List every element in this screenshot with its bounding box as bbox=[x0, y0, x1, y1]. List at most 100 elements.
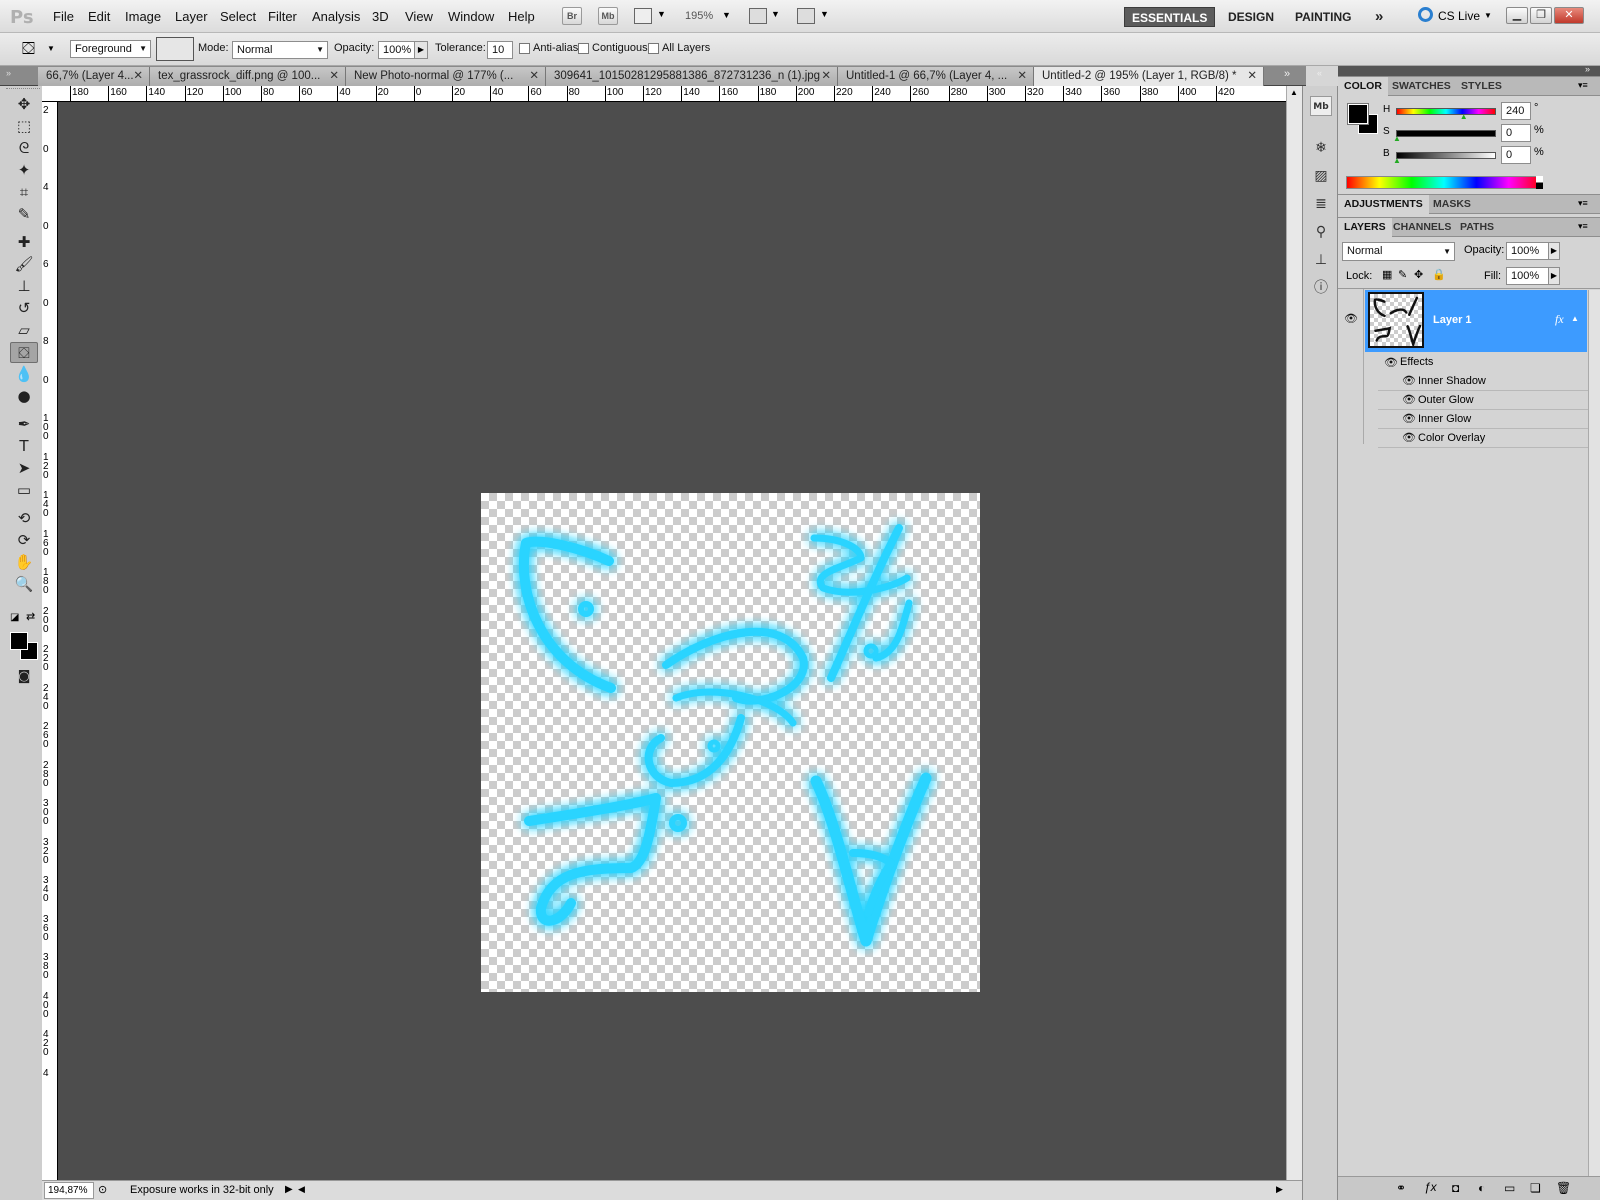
menu-3d[interactable]: 3D bbox=[372, 9, 389, 24]
view-extras-icon[interactable] bbox=[634, 8, 652, 24]
brush-presets-icon[interactable]: ≣ bbox=[1310, 194, 1332, 214]
lock-transparency-icon[interactable]: ▦ bbox=[1382, 268, 1392, 281]
effect-row[interactable]: 👁 Color Overlay bbox=[1378, 429, 1600, 448]
close-tab-icon[interactable]: ✕ bbox=[821, 67, 831, 85]
layer-row-selected[interactable]: Layer 1 fx ▲ bbox=[1365, 290, 1587, 352]
tab-masks[interactable]: MASKS bbox=[1427, 195, 1477, 214]
navigator-icon[interactable]: ❄ bbox=[1310, 138, 1332, 158]
workspace-painting[interactable]: PAINTING bbox=[1288, 7, 1358, 27]
tab-document-2[interactable]: tex_grassrock_diff.png @ 100... ✕ bbox=[150, 67, 346, 86]
close-tab-icon[interactable]: ✕ bbox=[133, 67, 143, 85]
zoom-tool-icon[interactable]: 🔍 bbox=[10, 574, 38, 595]
history-brush-tool-icon[interactable]: ↺ bbox=[10, 298, 38, 319]
minimize-button[interactable]: ▁ bbox=[1506, 7, 1528, 24]
default-colors-icon[interactable]: ◪ bbox=[10, 612, 19, 623]
layer-name[interactable]: Layer 1 bbox=[1433, 314, 1472, 326]
fill-source-select[interactable]: Foreground ▼ bbox=[70, 40, 151, 58]
menu-layer[interactable]: Layer bbox=[175, 9, 208, 24]
hue-slider-thumb[interactable]: ▲ bbox=[1460, 112, 1468, 121]
brightness-slider[interactable] bbox=[1396, 152, 1496, 159]
chevron-down-icon[interactable]: ▼ bbox=[1484, 11, 1492, 20]
swap-colors-icon[interactable]: ⇄ bbox=[26, 610, 35, 623]
chevron-down-icon[interactable]: ▼ bbox=[722, 10, 731, 20]
tab-layers[interactable]: LAYERS bbox=[1338, 218, 1392, 237]
panel-menu-icon[interactable]: ▾≡ bbox=[1578, 198, 1588, 209]
menu-edit[interactable]: Edit bbox=[88, 9, 110, 24]
foreground-color-swatch[interactable] bbox=[10, 632, 28, 650]
expand-dock-icon[interactable]: « bbox=[1317, 68, 1322, 78]
hand-tool-icon[interactable]: ✋ bbox=[10, 552, 38, 573]
menu-analysis[interactable]: Analysis bbox=[312, 9, 360, 24]
hue-slider[interactable] bbox=[1396, 108, 1496, 115]
tolerance-field[interactable]: 10 bbox=[487, 41, 513, 59]
layer-opacity-field[interactable]: 100% bbox=[1506, 242, 1550, 260]
vertical-ruler[interactable]: 2040608010012014016018020022024026028030… bbox=[42, 102, 58, 1180]
brush-tool-icon[interactable]: 🖌 bbox=[10, 254, 38, 275]
tab-swatches[interactable]: SWATCHES bbox=[1386, 77, 1457, 96]
tab-document-active[interactable]: Untitled-2 @ 195% (Layer 1, RGB/8) * ✕ bbox=[1034, 67, 1264, 86]
quick-mask-icon[interactable]: ◙ bbox=[10, 666, 38, 687]
tab-styles[interactable]: STYLES bbox=[1455, 77, 1508, 96]
paint-bucket-tool-icon[interactable]: ⛋ bbox=[10, 342, 38, 363]
lock-all-icon[interactable]: 🔒 bbox=[1432, 268, 1446, 281]
paint-bucket-icon[interactable]: ⛋ bbox=[22, 39, 35, 59]
restore-button[interactable]: ❐ bbox=[1530, 7, 1552, 24]
move-tool-icon[interactable]: ✥ bbox=[10, 94, 38, 115]
eyedropper-tool-icon[interactable]: ✎ bbox=[10, 204, 38, 225]
bridge-button[interactable]: Br bbox=[562, 7, 582, 25]
scroll-left-icon[interactable]: ◀ bbox=[298, 1184, 305, 1195]
lock-position-icon[interactable]: ✥ bbox=[1414, 268, 1423, 281]
menu-image[interactable]: Image bbox=[125, 9, 161, 24]
arrange-documents-icon[interactable] bbox=[749, 8, 767, 24]
close-tab-icon[interactable]: ✕ bbox=[329, 67, 339, 85]
mode-select[interactable]: Normal ▼ bbox=[232, 41, 328, 59]
cs-live-menu[interactable]: CS Live bbox=[1438, 9, 1480, 23]
type-tool-icon[interactable]: T bbox=[10, 436, 38, 457]
new-layer-icon[interactable]: ❏ bbox=[1530, 1181, 1541, 1195]
close-tab-icon[interactable]: ✕ bbox=[529, 67, 539, 85]
blend-mode-select[interactable]: Normal ▼ bbox=[1342, 242, 1455, 261]
link-layers-icon[interactable]: ⚭ bbox=[1396, 1181, 1406, 1195]
effect-row[interactable]: 👁 Inner Glow bbox=[1378, 410, 1600, 429]
tab-adjustments[interactable]: ADJUSTMENTS bbox=[1338, 195, 1429, 214]
crop-tool-icon[interactable]: ⌗ bbox=[10, 182, 38, 203]
tab-color[interactable]: COLOR bbox=[1338, 77, 1388, 96]
more-tabs-icon[interactable]: » bbox=[1284, 68, 1290, 80]
mini-bridge-icon[interactable]: Mb bbox=[1310, 96, 1332, 116]
workspace-essentials[interactable]: ESSENTIALS bbox=[1124, 7, 1216, 27]
3d-orbit-tool-icon[interactable]: ⟳ bbox=[10, 530, 38, 551]
pattern-picker[interactable] bbox=[156, 37, 194, 61]
status-info-icon[interactable]: ⊙ bbox=[98, 1183, 107, 1196]
chevron-down-icon[interactable]: ▼ bbox=[771, 9, 780, 19]
panel-menu-icon[interactable]: ▾≡ bbox=[1578, 80, 1588, 91]
workspace-design[interactable]: DESIGN bbox=[1221, 7, 1281, 27]
3d-rotate-tool-icon[interactable]: ⟲ bbox=[10, 508, 38, 529]
eye-icon[interactable]: 👁 bbox=[1402, 410, 1416, 429]
brightness-slider-thumb[interactable]: ▲ bbox=[1393, 156, 1401, 165]
anti-alias-checkbox[interactable] bbox=[519, 43, 530, 54]
opacity-slider-arrow-icon[interactable]: ▶ bbox=[414, 41, 428, 59]
panel-grip[interactable] bbox=[6, 88, 40, 91]
dodge-tool-icon[interactable]: ● bbox=[10, 386, 38, 407]
saturation-field[interactable]: 0 bbox=[1501, 124, 1531, 142]
close-button[interactable]: ✕ bbox=[1554, 7, 1584, 24]
opacity-slider-arrow-icon[interactable]: ▶ bbox=[1548, 242, 1560, 260]
marquee-tool-icon[interactable]: ⬚ bbox=[10, 116, 38, 137]
lasso-tool-icon[interactable]: ᘓ bbox=[10, 138, 38, 159]
menu-file[interactable]: File bbox=[53, 9, 74, 24]
fill-field[interactable]: 100% bbox=[1506, 267, 1550, 285]
hue-field[interactable]: 240 bbox=[1501, 102, 1531, 120]
black-white-swatch[interactable] bbox=[1536, 176, 1543, 189]
collapse-arrow-icon[interactable]: » bbox=[6, 68, 11, 78]
blur-tool-icon[interactable]: 💧 bbox=[10, 364, 38, 385]
chevron-down-icon[interactable]: ▼ bbox=[820, 9, 829, 19]
path-selection-tool-icon[interactable]: ➤ bbox=[10, 458, 38, 479]
vertical-scrollbar[interactable]: ▲ ▼ bbox=[1286, 86, 1302, 1194]
eraser-tool-icon[interactable]: ▱ bbox=[10, 320, 38, 341]
pen-tool-icon[interactable]: ✒ bbox=[10, 414, 38, 435]
tab-paths[interactable]: PATHS bbox=[1454, 218, 1500, 237]
brightness-field[interactable]: 0 bbox=[1501, 146, 1531, 164]
delete-layer-icon[interactable]: 🗑 bbox=[1556, 1181, 1571, 1195]
all-layers-checkbox[interactable] bbox=[648, 43, 659, 54]
expand-effects-icon[interactable]: ▲ bbox=[1571, 314, 1579, 323]
